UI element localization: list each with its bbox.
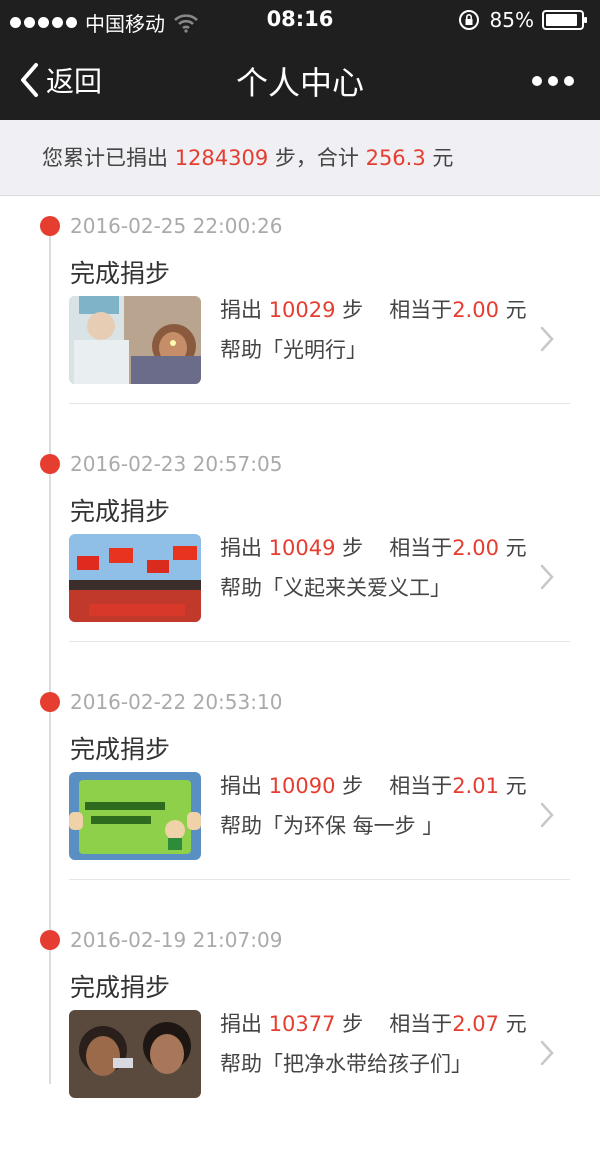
more-options-button[interactable] (532, 76, 574, 86)
record-donation-line: 捐出 10049 步 相当于2.00 元 (220, 532, 527, 562)
timeline-dot (40, 930, 60, 950)
donation-record[interactable]: 2016-02-23 20:57:05 完成捐步 捐出 10049 步 相当于2.… (0, 436, 600, 674)
divider (69, 403, 570, 404)
chevron-right-icon[interactable] (540, 802, 554, 828)
record-amount: 2.07 (452, 1012, 499, 1036)
record-help-text: 帮助「义起来关爱义工」 (220, 576, 451, 600)
record-timestamp: 2016-02-23 20:57:05 (70, 452, 283, 476)
step-unit: 步 (335, 1012, 364, 1036)
more-dots-icon (532, 76, 542, 86)
record-donation-line: 捐出 10029 步 相当于2.00 元 (220, 294, 527, 324)
battery-percent: 85% (489, 8, 534, 32)
summary-mid: 步，合计 (268, 146, 366, 170)
timeline-dot (40, 454, 60, 474)
donated-label: 捐出 (220, 536, 269, 560)
summary-total-steps: 1284309 (174, 146, 269, 170)
step-unit: 步 (335, 774, 364, 798)
record-timestamp: 2016-02-25 22:00:26 (70, 214, 283, 238)
equivalent-label: 相当于 (389, 1012, 453, 1036)
divider (69, 879, 570, 880)
record-amount: 2.00 (452, 536, 499, 560)
record-donation-line: 捐出 10090 步 相当于2.01 元 (220, 770, 527, 800)
page-title: 个人中心 (235, 64, 364, 102)
project-thumbnail (69, 1010, 201, 1098)
project-thumbnail (69, 772, 201, 860)
record-steps: 10090 (268, 774, 336, 798)
project-thumbnail (69, 534, 201, 622)
record-steps: 10049 (268, 536, 336, 560)
yuan-label: 元 (498, 536, 527, 560)
orientation-lock-icon (458, 10, 479, 30)
record-help-text: 帮助「光明行」 (220, 338, 367, 362)
donated-label: 捐出 (220, 298, 269, 322)
record-steps: 10377 (268, 1012, 336, 1036)
battery-icon (542, 10, 587, 30)
record-title: 完成捐步 (70, 497, 171, 526)
record-steps: 10029 (268, 298, 336, 322)
donation-record[interactable]: 2016-02-19 21:07:09 完成捐步 捐出 10377 步 相当于2.… (0, 912, 600, 1150)
yuan-label: 元 (498, 1012, 527, 1036)
record-donation-line: 捐出 10377 步 相当于2.07 元 (220, 1008, 527, 1038)
record-title: 完成捐步 (70, 735, 171, 764)
donation-record[interactable]: 2016-02-25 22:00:26 完成捐步 捐出 10029 步 相当于2.… (0, 198, 600, 436)
record-title: 完成捐步 (70, 259, 171, 288)
record-amount: 2.01 (452, 774, 499, 798)
equivalent-label: 相当于 (389, 298, 453, 322)
record-timestamp: 2016-02-19 21:07:09 (70, 928, 283, 952)
donation-record[interactable]: 2016-02-22 20:53:10 完成捐步 捐出 10090 步 相当于2.… (0, 674, 600, 912)
equivalent-label: 相当于 (389, 774, 453, 798)
record-title: 完成捐步 (70, 973, 171, 1002)
yuan-label: 元 (498, 298, 527, 322)
nav-bar: 返回 个人中心 (0, 40, 600, 120)
step-unit: 步 (335, 298, 364, 322)
donated-label: 捐出 (220, 1012, 269, 1036)
project-thumbnail (69, 296, 201, 384)
donated-label: 捐出 (220, 774, 269, 798)
step-unit: 步 (335, 536, 364, 560)
chevron-right-icon[interactable] (540, 326, 554, 352)
donation-summary: 您累计已捐出 1284309 步，合计 256.3 元 (0, 120, 600, 196)
record-timestamp: 2016-02-22 20:53:10 (70, 690, 283, 714)
chevron-right-icon[interactable] (540, 564, 554, 590)
yuan-label: 元 (498, 774, 527, 798)
timeline-dot (40, 216, 60, 236)
record-amount: 2.00 (452, 298, 499, 322)
status-bar: 中国移动 08:16 85% (0, 0, 600, 40)
summary-suffix: 元 (425, 146, 454, 170)
record-help-text: 帮助「把净水带给孩子们」 (220, 1052, 472, 1076)
chevron-right-icon[interactable] (540, 1040, 554, 1066)
timeline-dot (40, 692, 60, 712)
equivalent-label: 相当于 (389, 536, 453, 560)
divider (69, 641, 570, 642)
record-help-text: 帮助「为环保 每一步 」 (220, 814, 444, 838)
summary-total-amount: 256.3 (365, 146, 426, 170)
status-right: 85% (458, 8, 588, 32)
summary-prefix: 您累计已捐出 (42, 146, 175, 170)
